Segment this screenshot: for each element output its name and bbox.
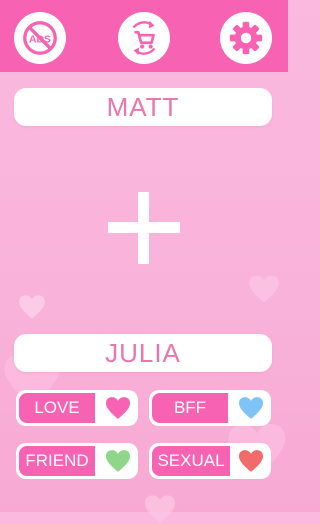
background-heart-icon	[19, 295, 45, 319]
no-ads-icon: ADS	[23, 21, 57, 55]
shop-button[interactable]	[118, 12, 170, 64]
plus-icon	[108, 192, 180, 264]
shopping-cart-refresh-icon	[132, 20, 156, 56]
background-heart-icon	[249, 275, 279, 303]
green-heart-icon	[106, 450, 130, 472]
second-name-value: JULIA	[105, 337, 181, 368]
remove-ads-button[interactable]: ADS	[14, 12, 66, 64]
friend-mode-label: FRIEND	[19, 446, 95, 476]
friend-mode-button[interactable]: FRIEND	[16, 443, 138, 479]
second-name-field[interactable]: JULIA	[14, 334, 272, 372]
background-heart-icon	[145, 495, 175, 523]
settings-button[interactable]	[220, 12, 272, 64]
blue-heart-icon	[239, 397, 263, 419]
sexual-mode-label: SEXUAL	[152, 446, 230, 476]
love-mode-label: LOVE	[19, 393, 95, 423]
love-mode-button[interactable]: LOVE	[16, 390, 138, 426]
bff-mode-label: BFF	[152, 393, 228, 423]
pink-heart-icon	[106, 397, 130, 419]
top-bar: ADS	[0, 0, 288, 72]
sexual-mode-button[interactable]: SEXUAL	[149, 443, 271, 479]
first-name-value: MATT	[106, 91, 180, 122]
gear-icon	[229, 21, 263, 55]
red-heart-icon	[239, 450, 263, 472]
bff-mode-button[interactable]: BFF	[149, 390, 271, 426]
first-name-field[interactable]: MATT	[14, 88, 272, 126]
